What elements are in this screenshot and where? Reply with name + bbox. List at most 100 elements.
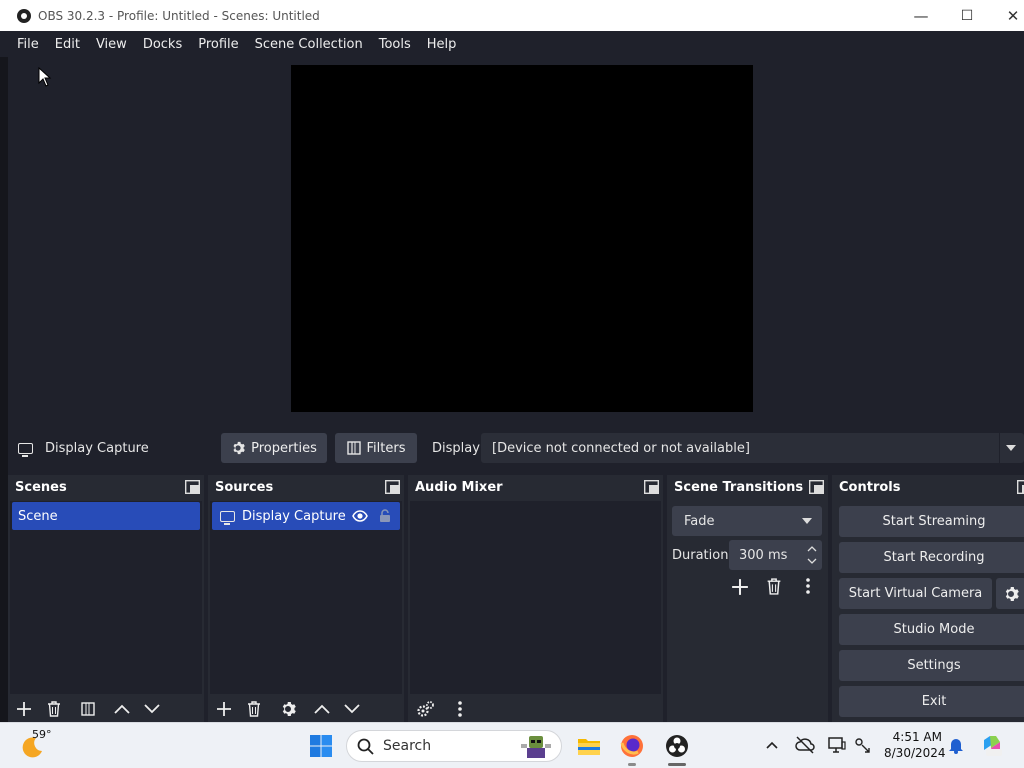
scene-item-label: Scene — [18, 508, 58, 524]
gear-icon — [282, 702, 296, 716]
start-streaming-button[interactable]: Start Streaming — [839, 506, 1024, 537]
float-dock-icon[interactable] — [809, 480, 824, 494]
filter-icon — [81, 702, 95, 716]
remove-source-button[interactable] — [240, 697, 268, 721]
menu-profile[interactable]: Profile — [190, 37, 246, 52]
taskbar-search[interactable]: Search — [346, 730, 562, 762]
firefox-icon[interactable] — [619, 733, 645, 759]
search-placeholder: Search — [383, 738, 432, 754]
search-highlight-icon — [519, 734, 553, 758]
scene-filters-button[interactable] — [74, 697, 102, 721]
remove-scene-button[interactable] — [40, 697, 68, 721]
system-clock[interactable]: 4:51 AM 8/30/2024 — [884, 729, 946, 761]
notification-bell-icon[interactable] — [948, 736, 964, 754]
start-virtual-camera-button[interactable]: Start Virtual Camera — [839, 578, 992, 609]
taskbar: 59° Search 4:51 AM 8/30/2024 — [0, 722, 1024, 768]
menu-docks[interactable]: Docks — [135, 37, 190, 52]
duration-label: Duration — [672, 548, 729, 563]
preview-canvas[interactable] — [291, 65, 753, 412]
file-explorer-icon[interactable] — [576, 733, 602, 759]
audio-mixer-dock: Audio Mixer — [408, 475, 663, 722]
spin-arrows-icon[interactable] — [807, 544, 817, 566]
trash-icon — [48, 701, 60, 717]
virtual-camera-settings-button[interactable] — [996, 578, 1024, 609]
audio-more-button[interactable] — [446, 697, 474, 721]
source-item[interactable]: Display Capture — [212, 502, 400, 530]
search-icon — [357, 738, 374, 755]
close-button[interactable]: ✕ — [990, 0, 1024, 31]
window-title: OBS 30.2.3 - Profile: Untitled - Scenes:… — [38, 8, 320, 23]
copilot-icon[interactable] — [980, 734, 1004, 758]
menu-scene-collection[interactable]: Scene Collection — [247, 37, 371, 52]
controls-title: Controls — [839, 480, 901, 495]
float-dock-icon[interactable] — [644, 480, 659, 494]
obs-logo-icon — [17, 8, 31, 23]
chevron-up-icon[interactable] — [766, 741, 778, 749]
selected-source-label: Display Capture — [45, 440, 149, 456]
filter-icon — [346, 441, 361, 455]
menu-help[interactable]: Help — [419, 37, 465, 52]
controls-dock: Controls Start Streaming Start Recording… — [832, 475, 1024, 722]
more-vertical-icon[interactable] — [806, 578, 810, 594]
exit-button[interactable]: Exit — [839, 686, 1024, 717]
audio-mixer-title: Audio Mixer — [415, 480, 503, 495]
display-select-value: [Device not connected or not available] — [492, 440, 750, 456]
obs-running-indicator — [668, 763, 686, 766]
weather-temp: 59° — [32, 728, 52, 741]
sources-dock: Sources Display Capture — [208, 475, 404, 722]
add-source-button[interactable] — [210, 697, 238, 721]
title-bar: OBS 30.2.3 - Profile: Untitled - Scenes:… — [0, 0, 1024, 31]
gear-icon — [233, 441, 245, 455]
plus-icon[interactable] — [731, 578, 749, 596]
chevron-up-icon — [114, 704, 130, 714]
gears-icon — [417, 701, 434, 717]
windows-start-icon[interactable] — [309, 734, 333, 758]
cloud-off-icon[interactable] — [795, 736, 815, 754]
chevron-down-icon[interactable] — [999, 433, 1021, 463]
settings-button[interactable]: Settings — [839, 650, 1024, 681]
display-select[interactable]: [Device not connected or not available] — [481, 433, 1024, 463]
transition-select-value: Fade — [684, 513, 715, 529]
selected-source: Display Capture — [18, 440, 149, 457]
filters-label: Filters — [366, 440, 406, 456]
chevron-down-icon — [144, 704, 160, 714]
sources-list: Display Capture — [210, 501, 402, 694]
obs-taskbar-icon[interactable] — [664, 733, 690, 759]
move-scene-down-button[interactable] — [138, 697, 166, 721]
scenes-title: Scenes — [15, 480, 67, 495]
trash-icon[interactable] — [766, 578, 782, 595]
move-scene-up-button[interactable] — [108, 697, 136, 721]
add-scene-button[interactable] — [10, 697, 38, 721]
chevron-up-icon — [314, 704, 330, 714]
scene-transitions-title: Scene Transitions — [674, 480, 804, 495]
move-source-up-button[interactable] — [308, 697, 336, 721]
display-icon[interactable] — [828, 736, 846, 754]
float-dock-icon[interactable] — [1017, 480, 1024, 494]
scene-item[interactable]: Scene — [12, 502, 200, 530]
network-settings-icon[interactable] — [853, 736, 871, 754]
lock-icon[interactable] — [379, 509, 391, 523]
float-dock-icon[interactable] — [185, 480, 200, 494]
source-properties-button[interactable] — [274, 697, 302, 721]
float-dock-icon[interactable] — [385, 480, 400, 494]
studio-mode-button[interactable]: Studio Mode — [839, 614, 1024, 645]
plus-icon — [17, 702, 31, 716]
menu-edit[interactable]: Edit — [47, 37, 88, 52]
filters-button[interactable]: Filters — [335, 433, 417, 463]
menu-tools[interactable]: Tools — [371, 37, 419, 52]
transition-select[interactable]: Fade — [672, 506, 822, 536]
duration-spinbox[interactable]: 300 ms — [729, 540, 822, 570]
audio-settings-button[interactable] — [412, 697, 440, 721]
scenes-dock: Scenes Scene — [8, 475, 204, 722]
source-item-label: Display Capture — [242, 508, 346, 524]
start-recording-button[interactable]: Start Recording — [839, 542, 1024, 573]
menu-file[interactable]: File — [9, 37, 47, 52]
plus-icon — [217, 702, 231, 716]
maximize-button[interactable]: ☐ — [944, 0, 990, 31]
scene-transitions-dock: Scene Transitions Fade Duration 300 ms — [667, 475, 828, 722]
eye-icon[interactable] — [352, 510, 368, 522]
move-source-down-button[interactable] — [338, 697, 366, 721]
properties-button[interactable]: Properties — [221, 433, 327, 463]
menu-view[interactable]: View — [88, 37, 135, 52]
minimize-button[interactable]: — — [898, 0, 944, 31]
